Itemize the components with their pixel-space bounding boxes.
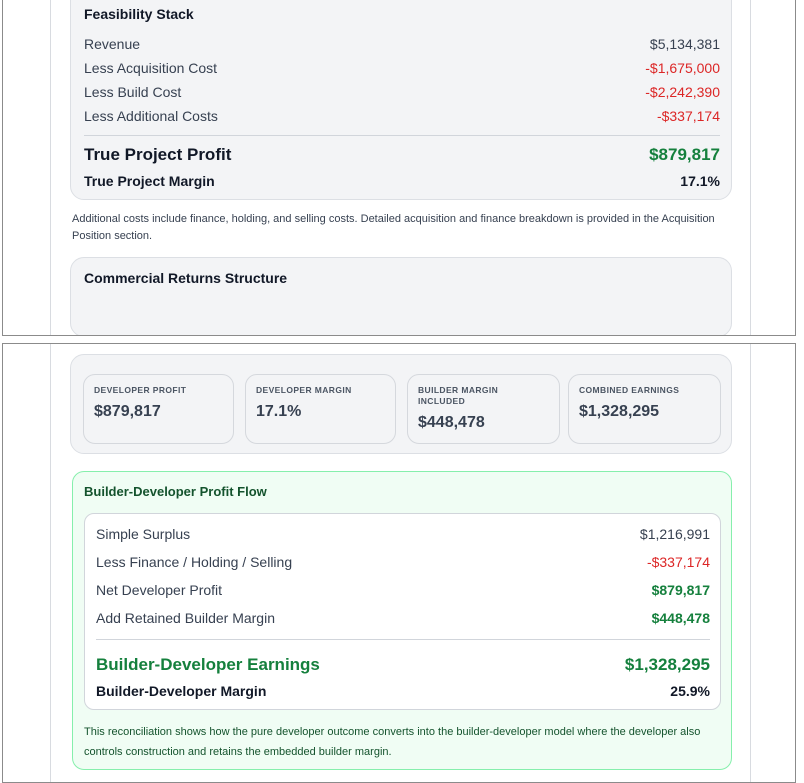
builder-developer-margin-row: Builder-Developer Margin 25.9% — [96, 683, 710, 699]
commercial-returns-card: Commercial Returns Structure — [70, 257, 732, 335]
row-label: Simple Surplus — [96, 526, 191, 542]
feasibility-stack-title: Feasibility Stack — [84, 6, 194, 22]
content-edge-right — [750, 344, 751, 782]
row-value: $879,817 — [651, 582, 710, 598]
feasibility-row: Less Additional Costs -$337,174 — [84, 108, 720, 124]
content-edge-right — [750, 0, 751, 335]
feasibility-row: Less Acquisition Cost -$1,675,000 — [84, 60, 720, 76]
flow-row: Add Retained Builder Margin $448,478 — [96, 610, 710, 626]
content-edge-left — [50, 344, 51, 782]
true-project-profit-row: True Project Profit $879,817 — [84, 145, 720, 165]
metric-label: BUILDER MARGIN INCLUDED — [418, 385, 499, 406]
commercial-returns-title: Commercial Returns Structure — [84, 270, 288, 286]
row-label: True Project Margin — [84, 173, 215, 189]
row-value: -$1,675,000 — [645, 60, 720, 76]
row-value: -$2,242,390 — [645, 84, 720, 100]
metric-label: COMBINED EARNINGS — [579, 385, 680, 395]
row-value: 17.1% — [680, 173, 720, 189]
profit-flow-table: Simple Surplus $1,216,991 Less Finance /… — [84, 513, 721, 710]
bottom-screenshot-panel: DEVELOPER PROFIT $879,817 DEVELOPER MARG… — [2, 343, 796, 783]
builder-developer-earnings-row: Builder-Developer Earnings $1,328,295 — [96, 655, 710, 675]
metric-label: DEVELOPER PROFIT — [94, 385, 187, 395]
top-screenshot-panel: Feasibility Stack Revenue $5,134,381 Les… — [2, 0, 796, 336]
row-label: Revenue — [84, 36, 141, 52]
row-label: Less Acquisition Cost — [84, 60, 218, 76]
row-label: True Project Profit — [84, 145, 232, 164]
row-label: Less Additional Costs — [84, 108, 218, 124]
metric-value: 17.1% — [256, 403, 302, 420]
metric-label: DEVELOPER MARGIN — [256, 385, 352, 395]
row-label: Less Finance / Holding / Selling — [96, 554, 293, 570]
row-label: Less Build Cost — [84, 84, 182, 100]
row-label: Builder-Developer Earnings — [96, 655, 320, 674]
divider — [96, 639, 710, 640]
additional-costs-note: Additional costs include finance, holdin… — [72, 213, 715, 242]
divider — [84, 135, 720, 136]
row-label: Net Developer Profit — [96, 582, 223, 598]
row-value: $448,478 — [651, 610, 710, 626]
commercial-returns-metrics: DEVELOPER PROFIT $879,817 DEVELOPER MARG… — [70, 354, 732, 454]
row-label: Add Retained Builder Margin — [96, 610, 275, 626]
row-value: -$337,174 — [656, 108, 720, 124]
row-value: $5,134,381 — [649, 36, 720, 52]
builder-developer-profit-flow-card: Builder-Developer Profit Flow Simple Sur… — [72, 471, 732, 770]
metric-developer-profit: DEVELOPER PROFIT $879,817 — [83, 374, 234, 444]
reconciliation-note: This reconciliation shows how the pure d… — [84, 726, 701, 758]
row-value: 25.9% — [670, 683, 710, 699]
feasibility-row: Less Build Cost -$2,242,390 — [84, 84, 720, 100]
flow-row: Less Finance / Holding / Selling -$337,1… — [96, 554, 710, 570]
row-value: $879,817 — [649, 145, 720, 164]
row-value: $1,216,991 — [639, 526, 710, 542]
profit-flow-title: Builder-Developer Profit Flow — [84, 484, 267, 499]
flow-row: Simple Surplus $1,216,991 — [96, 526, 710, 542]
metric-developer-margin: DEVELOPER MARGIN 17.1% — [245, 374, 396, 444]
metric-value: $1,328,295 — [579, 403, 660, 420]
row-value: $1,328,295 — [624, 655, 710, 674]
content-edge-left — [50, 0, 51, 335]
feasibility-stack-card: Feasibility Stack Revenue $5,134,381 Les… — [70, 0, 732, 200]
metric-value: $448,478 — [418, 414, 485, 431]
row-value: -$337,174 — [646, 554, 710, 570]
feasibility-row: Revenue $5,134,381 — [84, 36, 720, 52]
true-project-margin-row: True Project Margin 17.1% — [84, 173, 720, 189]
row-label: Builder-Developer Margin — [96, 683, 267, 699]
metric-combined-earnings: COMBINED EARNINGS $1,328,295 — [568, 374, 721, 444]
metric-value: $879,817 — [94, 403, 161, 420]
flow-row: Net Developer Profit $879,817 — [96, 582, 710, 598]
metric-builder-margin-included: BUILDER MARGIN INCLUDED $448,478 — [407, 374, 560, 444]
